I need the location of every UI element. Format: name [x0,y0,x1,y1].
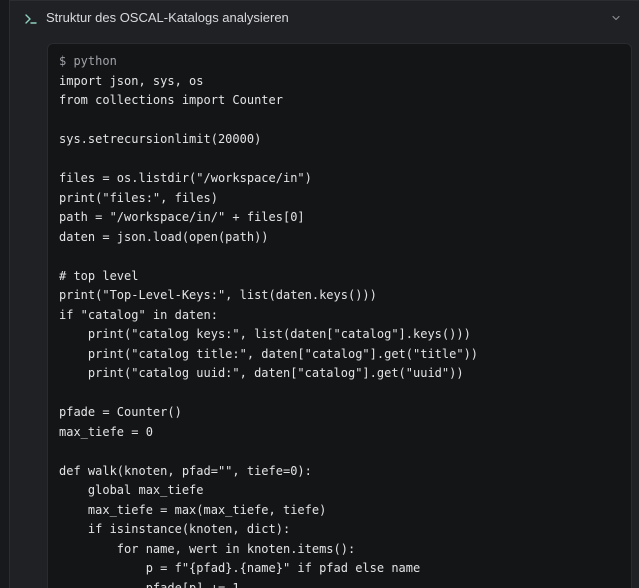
code-line: pfade = Counter() [59,405,182,419]
code-line: from collections import Counter [59,93,283,107]
code-line: files = os.listdir("/workspace/in") [59,171,312,185]
chevron-down-icon [611,10,621,28]
panel-header[interactable]: Struktur des OSCAL-Katalogs analysieren [10,1,639,36]
code-line: daten = json.load(open(path)) [59,229,269,244]
code-line: print("catalog uuid:", daten["catalog"].… [59,366,464,380]
code-line: # top level [59,268,139,283]
code-line: print("Top-Level-Keys:", list(daten.keys… [59,288,377,302]
code-block: $ python import json, sys, os from collect… [59,52,478,588]
panel-title: Struktur des OSCAL-Katalogs analysieren [46,10,289,25]
code-line: global max_tiefe [59,483,204,497]
code-line: max_tiefe = 0 [59,424,153,439]
code-line: if "catalog" in daten: [59,307,218,322]
code-line: sys.setrecursionlimit(20000) [59,132,262,146]
collapse-button[interactable] [608,11,624,27]
code-line: if isinstance(knoten, dict): [59,522,291,536]
code-block-card: $ python import json, sys, os from collect… [47,43,632,588]
code-line: print("files:", files) [59,190,218,205]
code-line: print("catalog title:", daten["catalog"]… [59,346,479,361]
code-line: path = "/workspace/in/" + files[0] [59,210,305,224]
code-line: $ python [59,54,117,68]
code-line: print("catalog keys:", list(daten["catal… [59,327,471,341]
code-line: max_tiefe = max(max_tiefe, tiefe) [59,502,327,517]
outer-left-rail [0,0,9,588]
code-line: for name, wert in knoten.items(): [59,541,356,556]
code-line: def walk(knoten, pfad="", tiefe=0): [59,463,312,478]
code-line: import json, sys, os [59,73,204,88]
tool-call-panel: Struktur des OSCAL-Katalogs analysieren … [9,0,639,588]
terminal-icon [24,12,38,26]
code-line: p = f"{pfad}.{name}" if pfad else name [59,561,421,575]
code-line: pfade[p] += 1 [59,580,240,588]
